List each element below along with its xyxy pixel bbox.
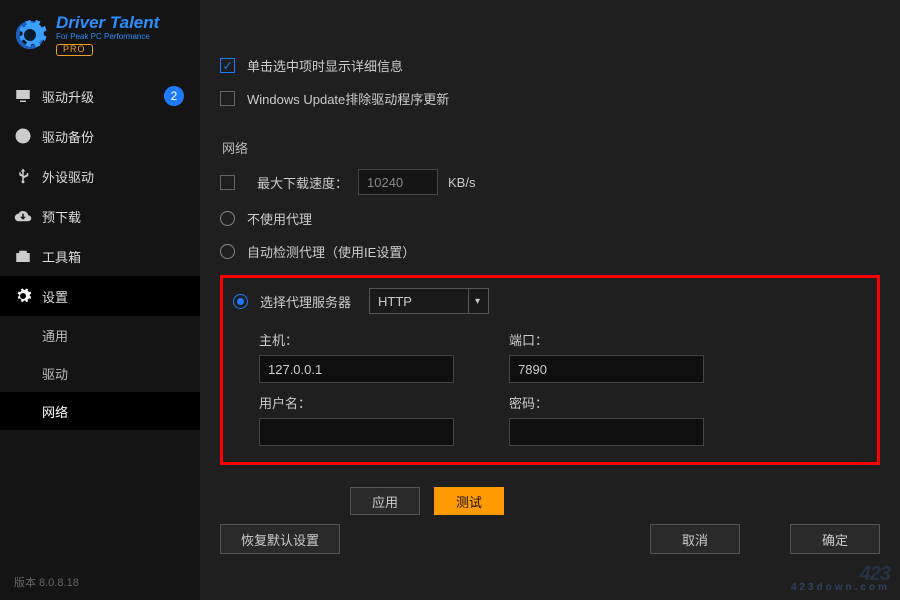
gear-icon xyxy=(14,287,32,305)
sidebar-item-upgrade[interactable]: 驱动升级 2 xyxy=(0,76,200,116)
max-speed-input[interactable] xyxy=(358,169,438,195)
host-label: 主机： xyxy=(259,330,479,349)
proxy-highlight: 选择代理服务器 HTTP ▾ 主机： 端口： 用户名： 密码： xyxy=(220,275,880,465)
sidebar-item-settings[interactable]: 设置 xyxy=(0,276,200,316)
restore-defaults-button[interactable]: 恢复默认设置 xyxy=(220,524,340,554)
user-label: 用户名： xyxy=(259,393,479,412)
nav: 驱动升级 2 驱动备份 外设驱动 预下载 工具箱 设置 通用 驱动 网络 xyxy=(0,76,200,430)
footer-buttons: 恢复默认设置 取消 确定 xyxy=(220,524,880,554)
clock-icon xyxy=(14,127,32,145)
main-panel: 单击选中项时显示详细信息 Windows Update排除驱动程序更新 网络 最… xyxy=(200,0,900,600)
ok-button[interactable]: 确定 xyxy=(790,524,880,554)
sidebar-item-backup[interactable]: 驱动备份 xyxy=(0,116,200,156)
logo-tagline: For Peak PC Performance xyxy=(56,33,159,42)
option-exclude-wu-label: Windows Update排除驱动程序更新 xyxy=(247,89,449,108)
max-speed-unit: KB/s xyxy=(448,175,475,190)
radio-proxy-auto[interactable] xyxy=(220,244,235,259)
sidebar-item-label: 预下载 xyxy=(42,207,81,226)
host-input[interactable] xyxy=(259,355,454,383)
sidebar-item-label: 工具箱 xyxy=(42,247,81,266)
logo-title: Driver Talent xyxy=(56,14,159,33)
checkbox-exclude-wu[interactable] xyxy=(220,91,235,106)
sidebar-item-label: 驱动升级 xyxy=(42,87,94,106)
logo-gear-icon xyxy=(12,17,48,53)
sub-item-network[interactable]: 网络 xyxy=(0,392,200,430)
proxy-none-label: 不使用代理 xyxy=(247,209,312,228)
logo-edition: PRO xyxy=(56,44,93,56)
cancel-button[interactable]: 取消 xyxy=(650,524,740,554)
test-button[interactable]: 测试 xyxy=(434,487,504,515)
sidebar-item-label: 设置 xyxy=(42,287,68,306)
sidebar-item-toolbox[interactable]: 工具箱 xyxy=(0,236,200,276)
checkbox-detail[interactable] xyxy=(220,58,235,73)
proxy-protocol-value: HTTP xyxy=(378,294,412,309)
sub-item-driver[interactable]: 驱动 xyxy=(0,354,200,392)
radio-proxy-none[interactable] xyxy=(220,211,235,226)
cloud-icon xyxy=(14,207,32,225)
watermark: 423 423down.com xyxy=(791,565,890,592)
sub-item-general[interactable]: 通用 xyxy=(0,316,200,354)
sidebar-item-label: 驱动备份 xyxy=(42,127,94,146)
app-logo: Driver Talent For Peak PC Performance PR… xyxy=(0,0,200,66)
apply-button[interactable]: 应用 xyxy=(350,487,420,515)
proxy-protocol-dropdown[interactable]: HTTP ▾ xyxy=(369,288,489,314)
usb-icon xyxy=(14,167,32,185)
option-detail-label: 单击选中项时显示详细信息 xyxy=(247,56,403,75)
sidebar-item-peripheral[interactable]: 外设驱动 xyxy=(0,156,200,196)
max-speed-label: 最大下载速度： xyxy=(257,173,348,192)
chevron-down-icon: ▾ xyxy=(468,289,480,313)
monitor-icon xyxy=(14,87,32,105)
port-label: 端口： xyxy=(509,330,729,349)
proxy-manual-label: 选择代理服务器 xyxy=(260,292,351,311)
user-input[interactable] xyxy=(259,418,454,446)
pass-input[interactable] xyxy=(509,418,704,446)
section-network-title: 网络 xyxy=(222,138,880,157)
sidebar: Driver Talent For Peak PC Performance PR… xyxy=(0,0,200,600)
radio-proxy-manual[interactable] xyxy=(233,294,248,309)
version-label: 版本 8.0.8.18 xyxy=(0,564,200,600)
pass-label: 密码： xyxy=(509,393,729,412)
checkbox-max-speed[interactable] xyxy=(220,175,235,190)
settings-subnav: 通用 驱动 网络 xyxy=(0,316,200,430)
sidebar-item-predownload[interactable]: 预下载 xyxy=(0,196,200,236)
sidebar-item-label: 外设驱动 xyxy=(42,167,94,186)
proxy-auto-label: 自动检测代理（使用IE设置） xyxy=(247,242,415,261)
toolbox-icon xyxy=(14,247,32,265)
badge-count: 2 xyxy=(164,86,184,106)
port-input[interactable] xyxy=(509,355,704,383)
